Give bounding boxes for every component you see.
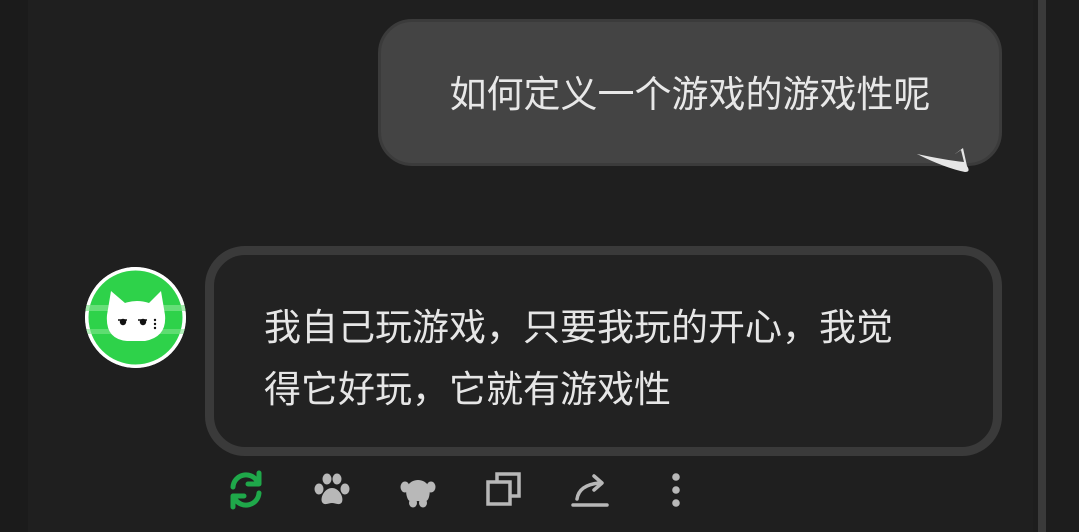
scrollbar-thumb[interactable] bbox=[1038, 0, 1046, 532]
share-icon bbox=[571, 474, 609, 507]
bot-avatar[interactable] bbox=[85, 267, 186, 368]
paw-outline-icon bbox=[400, 480, 436, 508]
dislike-button[interactable] bbox=[394, 466, 442, 514]
chat-page: 如何定义一个游戏的游戏性呢 我自己玩游戏，只要我玩的开心，我觉 得它好玩，它就有… bbox=[0, 0, 1079, 532]
bot-message-bubble[interactable]: 我自己玩游戏，只要我玩的开心，我觉 得它好玩，它就有游戏性 bbox=[205, 246, 1002, 456]
more-options-button[interactable] bbox=[652, 466, 700, 514]
bot-message-line: 我自己玩游戏，只要我玩的开心，我觉 bbox=[264, 306, 893, 349]
bot-message-text: 我自己玩游戏，只要我玩的开心，我觉 得它好玩，它就有游戏性 bbox=[264, 297, 964, 421]
cat-avatar-icon bbox=[85, 267, 186, 368]
like-button[interactable] bbox=[308, 466, 356, 514]
regenerate-button[interactable] bbox=[222, 466, 270, 514]
more-vertical-icon bbox=[672, 473, 680, 507]
paw-icon bbox=[314, 473, 350, 505]
copy-button[interactable] bbox=[480, 466, 528, 514]
copy-icon bbox=[486, 472, 521, 506]
share-button[interactable] bbox=[566, 466, 614, 514]
refresh-icon bbox=[230, 470, 262, 510]
bot-message-line: 得它好玩，它就有游戏性 bbox=[264, 368, 671, 411]
left-gutter bbox=[0, 0, 28, 532]
bubble-tail-icon bbox=[917, 148, 969, 172]
user-message-text: 如何定义一个游戏的游戏性呢 bbox=[449, 72, 931, 116]
user-message-bubble[interactable]: 如何定义一个游戏的游戏性呢 bbox=[378, 19, 1002, 166]
